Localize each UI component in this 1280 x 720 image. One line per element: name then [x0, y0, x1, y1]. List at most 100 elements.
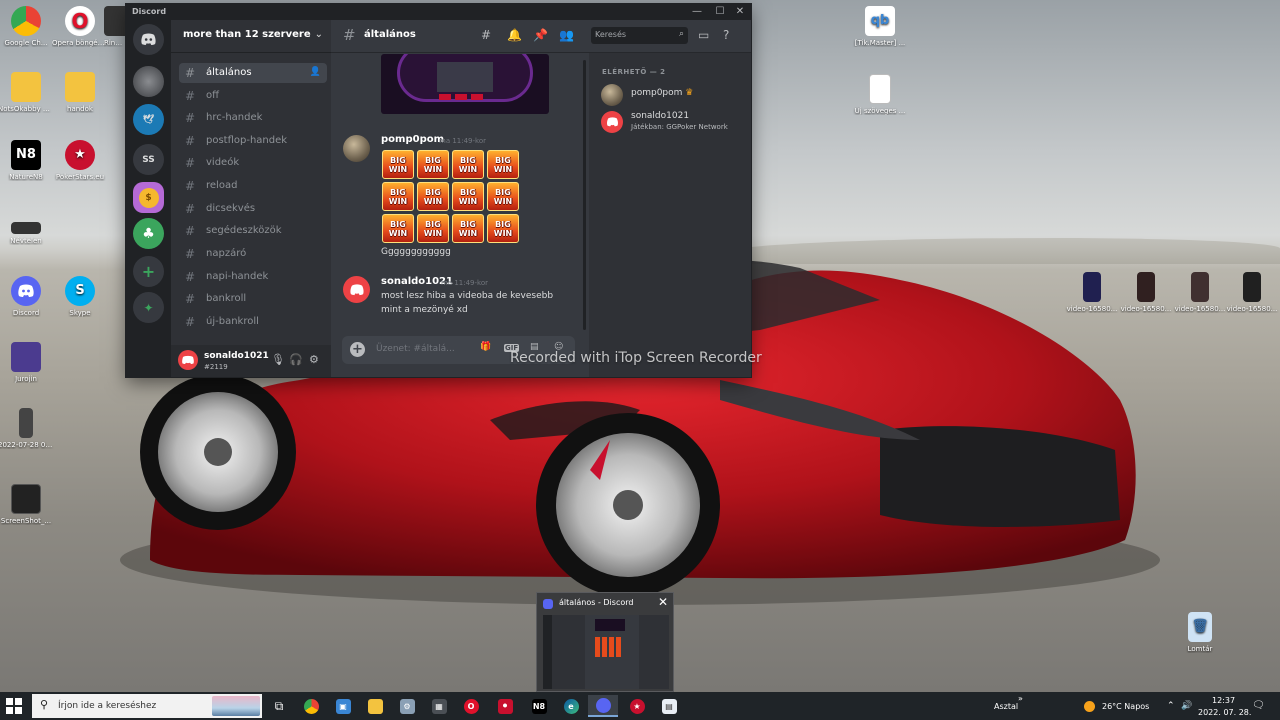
- members-icon[interactable]: 👥: [559, 28, 574, 42]
- desktop-icon-video-2[interactable]: video-16580...: [1118, 272, 1174, 313]
- desktop-icon-video-4[interactable]: video-16580...: [1224, 272, 1280, 313]
- taskbar-calculator[interactable]: ▦: [424, 695, 454, 717]
- big-win-emoji: BIG WIN: [417, 214, 449, 243]
- desktop-icon-opera[interactable]: O Opera böngésző: [52, 6, 108, 47]
- server-icon-bird[interactable]: 🕊: [133, 104, 164, 135]
- channel-off[interactable]: # off: [179, 86, 327, 106]
- member-pomp0pom[interactable]: pomp0pom ♛: [631, 88, 693, 98]
- minimize-button[interactable]: —: [688, 4, 706, 20]
- avatar[interactable]: [343, 135, 370, 162]
- channel-postflop-handek[interactable]: # postflop-handek: [179, 131, 327, 151]
- volume-icon[interactable]: 🔊: [1181, 701, 1192, 711]
- desktop-icon-pokerstars[interactable]: ★ PokerStars.eu: [52, 140, 108, 181]
- maximize-button[interactable]: ☐: [711, 4, 729, 20]
- taskbar-app-monitor[interactable]: ▣: [328, 695, 358, 717]
- desktop-icon-jurojin[interactable]: Jurojin: [0, 342, 54, 383]
- task-view-button[interactable]: ⧉: [264, 695, 294, 717]
- desktop-icon-chrome[interactable]: Google Ch...: [0, 6, 54, 47]
- chat-scrollbar[interactable]: [583, 60, 586, 330]
- close-button[interactable]: ✕: [731, 4, 749, 20]
- microphone-icon[interactable]: 🎙: [271, 353, 285, 366]
- desktop-icon-nevtelen[interactable]: Névtelen: [0, 222, 54, 245]
- taskbar-edge[interactable]: e: [556, 695, 586, 717]
- clock-date[interactable]: 2022. 07. 28.: [1198, 708, 1251, 717]
- weather-text[interactable]: 26°C Napos: [1102, 702, 1149, 711]
- threads-icon[interactable]: #: [481, 28, 491, 42]
- notification-icon[interactable]: 🗨: [1252, 700, 1265, 711]
- channel-hrc-handek[interactable]: # hrc-handek: [179, 108, 327, 128]
- channel-videok[interactable]: # videók: [179, 153, 327, 173]
- hash-icon: #: [185, 202, 196, 216]
- desktop-icon-video-1[interactable]: video-16580...: [1064, 272, 1120, 313]
- message-image[interactable]: [381, 54, 549, 114]
- invite-icon[interactable]: 👤: [310, 67, 321, 77]
- server-header[interactable]: more than 12 szervere ⌄: [171, 20, 331, 53]
- chrome-icon: [303, 698, 319, 714]
- desktop-icon-coaching[interactable]: NotsOkabby Coaching...: [0, 72, 54, 113]
- chat-header: # általános # 🔔 📌 👥 Keresés ⌕ ▭ ?: [331, 20, 751, 53]
- desktop-icon-ring[interactable]: Ring... Mas...: [104, 6, 126, 47]
- help-icon[interactable]: ?: [723, 28, 729, 42]
- inbox-icon[interactable]: ▭: [698, 28, 709, 42]
- message-author[interactable]: pomp0pom: [381, 134, 444, 145]
- desktop-icon-handok[interactable]: handok: [52, 72, 108, 113]
- chevron-right-icon[interactable]: »: [1018, 694, 1023, 703]
- desktop-icon-video-3[interactable]: video-16580...: [1172, 272, 1228, 313]
- headphones-icon[interactable]: 🎧: [289, 353, 303, 366]
- search-input[interactable]: Keresés ⌕: [591, 27, 688, 44]
- desktop-icon-screenshot[interactable]: ScreenShot_...: [0, 484, 54, 525]
- desktop-icon-naturen8[interactable]: N8 NatureN8: [0, 140, 54, 181]
- desktop-icon-recycle-bin[interactable]: 🗑 Lomtár: [1172, 612, 1228, 653]
- server-icon-tree[interactable]: ♣: [133, 218, 164, 249]
- channel-napi-handek[interactable]: # napi-handek: [179, 267, 327, 287]
- gift-icon[interactable]: 🎁: [480, 342, 491, 352]
- taskbar-thumbnail-preview[interactable]: általános - Discord ✕: [536, 592, 674, 692]
- channel-napzaro[interactable]: # napzáró: [179, 244, 327, 264]
- channel-label: általános: [206, 67, 252, 78]
- settings-gear-icon[interactable]: ⚙: [309, 353, 319, 366]
- desktop-icon-recording[interactable]: 2022-07-28 07-40-AM_#...: [0, 408, 54, 449]
- taskbar-recorder[interactable]: ⏺: [490, 695, 520, 717]
- clock-time[interactable]: 12:37: [1212, 696, 1235, 705]
- discord-home-button[interactable]: [133, 24, 164, 55]
- server-icon-avatar[interactable]: [133, 66, 164, 97]
- channel-uj-bankroll[interactable]: # új-bankroll: [179, 312, 327, 332]
- member-sonaldo1021[interactable]: sonaldo1021: [631, 111, 689, 121]
- channel-segedeszkozok[interactable]: # segédeszközök: [179, 221, 327, 241]
- pin-icon[interactable]: 📌: [533, 28, 548, 42]
- desktop-icon-skype[interactable]: S Skype: [52, 276, 108, 317]
- explore-servers-button[interactable]: ✦: [133, 292, 164, 323]
- desktop-icon-discord[interactable]: Discord: [0, 276, 54, 317]
- chevron-up-icon[interactable]: ⌃: [1167, 701, 1175, 711]
- taskbar-discord[interactable]: [588, 695, 618, 717]
- taskbar-naturen8[interactable]: N8: [524, 695, 554, 717]
- avatar[interactable]: [601, 111, 623, 133]
- avatar[interactable]: [178, 350, 198, 370]
- desktop-icon-qbittorrent[interactable]: qb [Tik.Master] ...: [852, 6, 908, 47]
- taskbar-app-tool[interactable]: ⚙: [392, 695, 422, 717]
- channel-altalanos[interactable]: # általános 👤: [179, 63, 327, 83]
- message-timestamp: ma 11:49-kor: [441, 279, 488, 287]
- desktop-icon-textfile[interactable]: Új szöveges ...: [852, 74, 908, 115]
- windows-start-icon[interactable]: [6, 698, 22, 714]
- server-icon-coin[interactable]: $: [133, 182, 164, 213]
- channel-dicsekves[interactable]: # dicsekvés: [179, 199, 327, 219]
- server-icon-ss[interactable]: SS: [133, 144, 164, 175]
- emoji-text: BIG: [460, 155, 476, 165]
- avatar[interactable]: [601, 84, 623, 106]
- desktop-toolbar-label[interactable]: Asztal: [994, 702, 1018, 711]
- avatar[interactable]: [343, 276, 370, 303]
- add-server-button[interactable]: +: [133, 256, 164, 287]
- close-icon[interactable]: ✕: [658, 595, 668, 609]
- bell-icon[interactable]: 🔔: [507, 28, 522, 42]
- taskbar-app-window[interactable]: ▤: [654, 695, 684, 717]
- taskbar-search-input[interactable]: ⚲ Írjon ide a kereséshez: [32, 694, 262, 718]
- attach-plus-icon[interactable]: +: [350, 342, 365, 357]
- taskbar-file-explorer[interactable]: [360, 695, 390, 717]
- pokerstars-icon: ★: [629, 698, 645, 714]
- taskbar-chrome[interactable]: [296, 695, 326, 717]
- channel-bankroll[interactable]: # bankroll: [179, 289, 327, 309]
- taskbar-pokerstars[interactable]: ★: [622, 695, 652, 717]
- channel-reload[interactable]: # reload: [179, 176, 327, 196]
- taskbar-opera[interactable]: O: [456, 695, 486, 717]
